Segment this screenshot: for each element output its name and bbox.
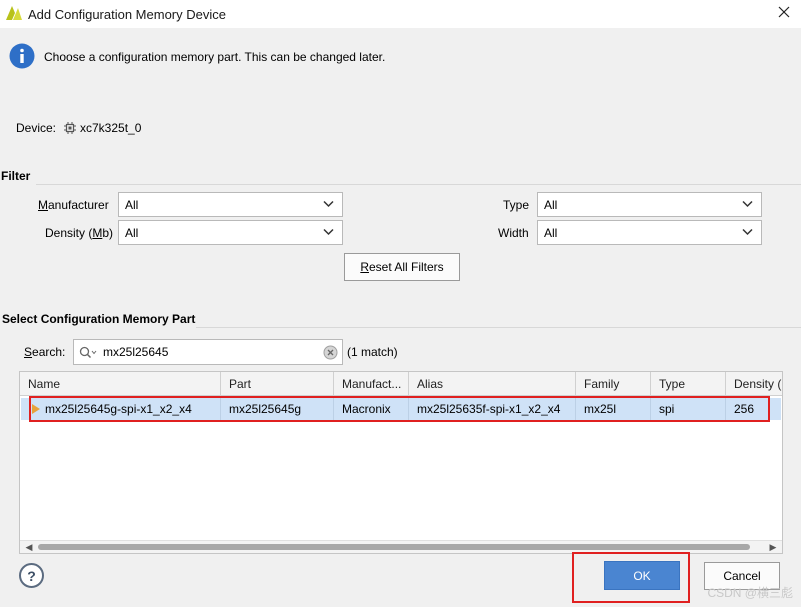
cell-alias: mx25l25635f-spi-x1_x2_x4 bbox=[409, 398, 576, 420]
cell-part: mx25l25645g bbox=[221, 398, 334, 420]
reset-all-filters-button[interactable]: Reset All Filters bbox=[344, 253, 460, 281]
column-header-alias[interactable]: Alias bbox=[409, 372, 576, 396]
part-section-title: Select Configuration Memory Part bbox=[2, 312, 196, 326]
manufacturer-label-text: anufacturer bbox=[48, 198, 109, 212]
search-label-text: earch: bbox=[32, 345, 66, 359]
device-label: Device: bbox=[16, 121, 57, 135]
type-value: All bbox=[544, 197, 558, 212]
cell-manufacturer: Macronix bbox=[334, 398, 409, 420]
chip-icon bbox=[64, 122, 76, 134]
vivado-logo-icon bbox=[6, 6, 22, 20]
filter-section-title: Filter bbox=[1, 169, 31, 183]
scroll-right-icon[interactable]: ▶ bbox=[766, 541, 780, 553]
reset-button-label: eset All Filters bbox=[368, 260, 444, 274]
search-icon bbox=[79, 346, 97, 359]
title-bar: Add Configuration Memory Device bbox=[0, 0, 801, 28]
match-count: (1 match) bbox=[347, 345, 398, 359]
chevron-down-icon bbox=[742, 200, 753, 208]
type-select[interactable]: All bbox=[537, 192, 762, 217]
device-value: xc7k325t_0 bbox=[80, 121, 142, 135]
width-select[interactable]: All bbox=[537, 220, 762, 245]
density-label-text-b: b) bbox=[102, 226, 114, 240]
column-header-part[interactable]: Part bbox=[221, 372, 334, 396]
density-label: Density (Mb) bbox=[45, 226, 113, 240]
search-box[interactable] bbox=[73, 339, 343, 365]
column-header-density[interactable]: Density (... bbox=[726, 372, 782, 396]
column-header-family[interactable]: Family bbox=[576, 372, 651, 396]
scroll-left-icon[interactable]: ◀ bbox=[22, 541, 36, 553]
filter-separator bbox=[36, 184, 801, 185]
width-label: Width bbox=[498, 226, 529, 240]
ok-button[interactable]: OK bbox=[604, 561, 680, 590]
search-label: Search: bbox=[24, 345, 65, 359]
cell-family: mx25l bbox=[576, 398, 651, 420]
density-label-text-a: Density ( bbox=[45, 226, 93, 240]
search-mnemonic: S bbox=[24, 345, 33, 359]
width-value: All bbox=[544, 225, 558, 240]
table-header: Name Part Manufact... Alias Family Type … bbox=[20, 372, 782, 396]
column-header-manufacturer[interactable]: Manufact... bbox=[334, 372, 409, 396]
info-icon bbox=[9, 43, 35, 69]
manufacturer-label: Manufacturer bbox=[38, 198, 109, 212]
close-icon[interactable] bbox=[777, 5, 791, 19]
column-header-name[interactable]: Name bbox=[20, 372, 221, 396]
watermark: CSDN @横三彪 bbox=[707, 586, 793, 600]
manufacturer-mnemonic: M bbox=[38, 198, 48, 212]
cell-density: 256 bbox=[734, 402, 755, 416]
scrollbar-thumb[interactable] bbox=[38, 544, 750, 550]
density-select[interactable]: All bbox=[118, 220, 343, 245]
manufacturer-select[interactable]: All bbox=[118, 192, 343, 217]
density-mnemonic: M bbox=[92, 226, 103, 240]
chevron-down-icon bbox=[323, 228, 334, 236]
column-header-type[interactable]: Type bbox=[651, 372, 726, 396]
reset-mnemonic: R bbox=[360, 260, 369, 274]
cell-type: spi bbox=[651, 398, 726, 420]
table-row[interactable]: mx25l25645g-spi-x1_x2_x4 mx25l25645g Mac… bbox=[21, 398, 781, 420]
density-value: All bbox=[125, 225, 139, 240]
cell-name: mx25l25645g-spi-x1_x2_x4 bbox=[37, 398, 221, 420]
part-separator bbox=[196, 327, 801, 328]
search-input[interactable] bbox=[101, 343, 316, 361]
manufacturer-value: All bbox=[125, 197, 139, 212]
type-label: Type bbox=[503, 198, 530, 212]
chevron-down-icon bbox=[323, 200, 334, 208]
help-button[interactable]: ? bbox=[19, 563, 44, 588]
chevron-down-icon bbox=[742, 228, 753, 236]
clear-search-icon[interactable] bbox=[323, 345, 338, 360]
horizontal-scrollbar[interactable]: ◀ ▶ bbox=[20, 540, 782, 553]
window-title: Add Configuration Memory Device bbox=[28, 7, 226, 22]
parts-table: Name Part Manufact... Alias Family Type … bbox=[19, 371, 783, 554]
info-message: Choose a configuration memory part. This… bbox=[44, 50, 386, 64]
